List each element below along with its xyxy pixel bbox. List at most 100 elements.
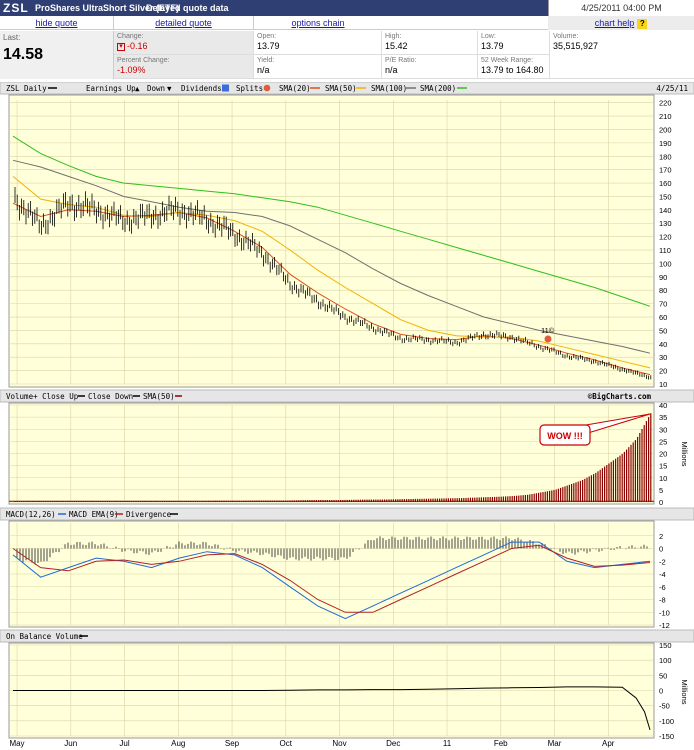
y-tick-label: 60 (659, 313, 667, 322)
y-tick-label: 150 (659, 641, 672, 650)
low-label: Low: (481, 33, 496, 40)
month-label: Dec (386, 739, 400, 748)
y-tick-label: 2 (659, 532, 663, 541)
y-tick-label: 30 (659, 353, 667, 362)
volume-cell: Volume: 35,515,927 (550, 31, 694, 79)
y-tick-label: -150 (659, 732, 674, 741)
range-cell: 52 Week Range: 13.79 to 164.80 (478, 55, 550, 79)
y-tick-label: 220 (659, 99, 672, 108)
macd-title: MACD(12,26) (6, 510, 56, 519)
month-label: Oct (280, 739, 293, 748)
down-arrow-icon: ▾ (117, 42, 125, 51)
range-label: 52 Week Range: (481, 57, 534, 64)
y-tick-label: 5 (659, 486, 663, 495)
dividends-icon (222, 84, 229, 92)
month-label: Nov (332, 739, 346, 748)
y-tick-label: 120 (659, 233, 672, 242)
bigcharts-credit: ©BigCharts.com (588, 392, 652, 401)
legend-sma200: SMA(200) (420, 84, 456, 93)
range-value: 13.79 to 164.80 (481, 65, 544, 75)
y-tick-label: 15 (659, 462, 667, 471)
y-tick-label: 20 (659, 450, 667, 459)
y-tick-label: 0 (659, 498, 663, 507)
y-tick-label: 35 (659, 413, 667, 422)
y-tick-label: 40 (659, 340, 667, 349)
link-bar: hide quote detailed quote options chain … (0, 16, 694, 30)
month-label: May (9, 739, 24, 748)
y-tick-label: -12 (659, 621, 670, 630)
volume-y-axis: 0 5 10 15 20 25 30 35 40 (659, 401, 667, 507)
legend-down: Down (147, 84, 165, 93)
high-value: 15.42 (385, 41, 408, 51)
y-tick-label: 70 (659, 300, 667, 309)
legend-sma100: SMA(100) (371, 84, 407, 93)
y-tick-label: 160 (659, 179, 672, 188)
chart-help-label: chart help (594, 18, 635, 28)
high-cell: High: 15.42 (382, 31, 478, 55)
change-label: Change: (117, 33, 144, 40)
quote-panel: Last: 14.58 Change: ▾ -0.16 Percent Chang… (0, 31, 694, 79)
y-tick-label: 50 (659, 671, 667, 680)
pe-label: P/E Ratio: (385, 57, 417, 64)
hide-quote-link[interactable]: hide quote (0, 16, 114, 30)
y-tick-label: 140 (659, 206, 672, 215)
help-icon[interactable]: ? (637, 18, 648, 29)
last-price: 14.58 (3, 46, 44, 63)
options-chain-link[interactable]: options chain (254, 16, 382, 30)
y-tick-label: 10 (659, 380, 667, 389)
percent-change-cell: Percent Change: -1.09% (114, 55, 254, 79)
legend-splits: Splits (236, 84, 263, 93)
legend-volume-sma50: SMA(50) (143, 392, 175, 401)
split-marker-icon (544, 335, 552, 343)
y-tick-label: 80 (659, 286, 667, 295)
change-value: -0.16 (127, 41, 148, 51)
ticker-symbol: ZSL (3, 1, 29, 15)
last-price-cell: Last: 14.58 (0, 31, 114, 79)
month-label: Jun (64, 739, 77, 748)
last-label: Last: (3, 33, 21, 42)
legend-divergence: Divergence (126, 510, 172, 519)
chart-help-link[interactable]: chart help? (548, 16, 694, 30)
y-tick-label: 90 (659, 273, 667, 282)
volume-title: Volume+ Close Up (6, 392, 79, 401)
month-label: Apr (602, 739, 615, 748)
y-tick-label: 100 (659, 656, 672, 665)
y-tick-label: -2 (659, 557, 666, 566)
yield-value: n/a (257, 65, 270, 75)
y-tick-label: 10 (659, 474, 667, 483)
legend-sma20: SMA(20) (279, 84, 311, 93)
low-value: 13.79 (481, 41, 504, 51)
y-tick-label: -100 (659, 717, 674, 726)
obv-title: On Balance Volume (6, 632, 83, 641)
obv-header-bar (0, 629, 694, 643)
month-label: 11 (443, 739, 452, 748)
volume-ylabel: Millions (680, 441, 689, 466)
y-tick-label: 100 (659, 259, 672, 268)
obv-y-axis: 150 100 50 0 -50 -100 -150 (659, 641, 674, 741)
stock-chart: ZSL Daily Earnings Up ▲ Down ▼ Dividends… (0, 82, 694, 748)
y-tick-label: 170 (659, 166, 672, 175)
month-label: Aug (171, 739, 185, 748)
volume-label: Volume: (553, 33, 579, 40)
legend-sma50: SMA(50) (325, 84, 357, 93)
open-cell: Open: 13.79 (254, 31, 382, 55)
split-annotation: 11© (541, 326, 555, 335)
month-label: Feb (494, 739, 508, 748)
obv-ylabel: Millions (680, 679, 689, 704)
pe-cell: P/E Ratio: n/a (382, 55, 478, 79)
detailed-quote-link[interactable]: detailed quote (114, 16, 254, 30)
y-tick-label: 190 (659, 139, 672, 148)
x-axis-months: May Jun Jul Aug Sep Oct Nov Dec 11 Feb Mar Apr (9, 739, 614, 748)
y-tick-label: 0 (659, 687, 663, 696)
price-title: ZSL Daily (6, 84, 47, 93)
macd-y-axis: 2 0 -2 -4 -6 -8 -10 -12 (659, 532, 670, 630)
price-panel (8, 94, 655, 388)
y-tick-label: 30 (659, 425, 667, 434)
yield-cell: Yield: n/a (254, 55, 382, 79)
change-cell: Change: ▾ -0.16 (114, 31, 254, 55)
y-tick-label: 0 (659, 545, 663, 554)
volume-value: 35,515,927 (553, 41, 599, 51)
title-bar: ZSL ProShares UltraShort Silver (ETF) De… (0, 0, 694, 16)
y-tick-label: -8 (659, 596, 666, 605)
legend-dividends: Dividends (181, 84, 222, 93)
